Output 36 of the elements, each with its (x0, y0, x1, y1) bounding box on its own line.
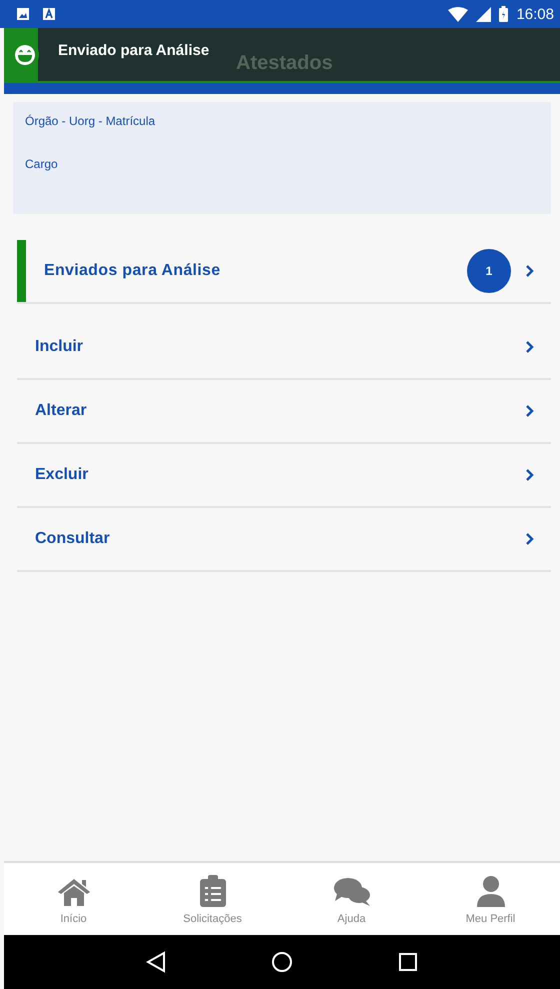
nav-tab[interactable]: Início (4, 863, 143, 935)
chevron-icon (525, 404, 535, 418)
menu-item[interactable]: Incluir (17, 316, 551, 380)
chevron-icon (525, 340, 535, 354)
count-badge: 1 (467, 249, 511, 293)
nav-tab[interactable]: Ajuda (282, 863, 421, 935)
chevron-icon (525, 532, 535, 546)
nav-tab[interactable]: Solicitações (143, 863, 282, 935)
menu-item[interactable]: Alterar (17, 380, 551, 444)
nav-tab[interactable]: Meu Perfil (421, 863, 560, 935)
wifi-icon (448, 6, 468, 22)
home-icon (56, 877, 92, 907)
menu-item[interactable]: Excluir (17, 444, 551, 508)
chat-icon (332, 877, 370, 907)
toast-message: Enviado para Análise (58, 42, 210, 59)
signal-icon (476, 6, 492, 22)
clipboard-icon (200, 875, 226, 907)
battery-icon (499, 6, 508, 22)
home-button-icon[interactable] (270, 951, 293, 973)
chevron-icon (525, 264, 535, 278)
profile-text: Órgão - Uorg - Matrícula (25, 114, 156, 128)
person-icon (476, 875, 506, 907)
item-label: Excluir (35, 466, 90, 484)
image-icon (16, 7, 30, 21)
recent-apps-icon[interactable] (398, 952, 418, 972)
back-icon[interactable] (146, 951, 166, 973)
item-label: Enviados para Análise (44, 262, 222, 280)
menu-item[interactable]: Consultar (17, 508, 551, 572)
item-label: Consultar (35, 530, 111, 548)
clock-time: 16:08 (516, 6, 554, 22)
profile-text: Cargo (25, 157, 59, 171)
chevron-icon (525, 468, 535, 482)
font-icon (42, 7, 56, 21)
item-label: Incluir (35, 338, 84, 356)
list-item[interactable]: Enviados para Análise 1 (17, 240, 551, 304)
item-label: Alterar (35, 402, 88, 420)
